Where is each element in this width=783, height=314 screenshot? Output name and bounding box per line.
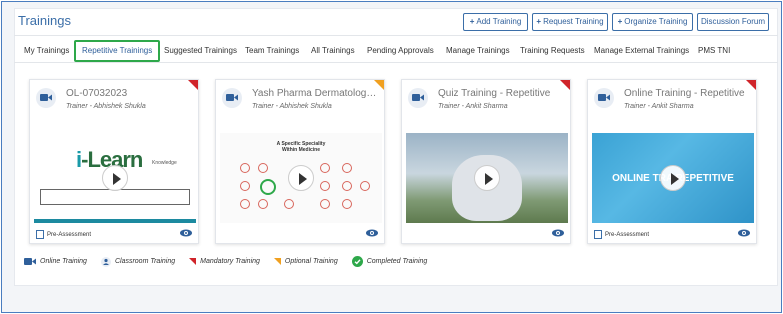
document-icon: [36, 230, 44, 239]
tab-pending-approvals[interactable]: Pending Approvals: [367, 42, 434, 60]
tab-manage-trainings[interactable]: Manage Trainings: [446, 42, 510, 60]
card-trainer: Trainer - Ankit Sharma: [438, 103, 508, 110]
eye-icon[interactable]: [738, 229, 750, 237]
play-icon[interactable]: [288, 165, 314, 191]
page-title: Trainings: [18, 13, 71, 28]
legend-online-training: Online Training: [24, 257, 87, 266]
legend-mandatory-training: Mandatory Training: [189, 258, 260, 265]
card-footer: Pre-Assessment: [594, 230, 649, 239]
tab-my-trainings[interactable]: My Trainings: [24, 42, 69, 60]
tab-bar: My Trainings Repetitive Trainings Sugges…: [14, 40, 778, 62]
video-camera-icon: [594, 88, 614, 108]
card-title[interactable]: Online Training - Repetitive: [624, 88, 752, 99]
discussion-forum-label: Discussion Forum: [700, 17, 765, 26]
plus-icon: +: [617, 17, 623, 26]
person-icon: [100, 256, 111, 267]
pre-assessment-label[interactable]: Pre-Assessment: [605, 232, 649, 238]
video-thumbnail[interactable]: A Specific Speciality Within Medicine: [220, 133, 382, 223]
icon-circle: [320, 163, 330, 173]
highlight-circle: [260, 179, 276, 195]
legend-optional-training: Optional Training: [273, 258, 338, 265]
icon-circle: [342, 163, 352, 173]
icon-circle: [342, 181, 352, 191]
icon-circle: [258, 199, 268, 209]
card-trainer: Trainer - Abhishek Shukla: [252, 103, 332, 110]
video-thumbnail[interactable]: ONLINE TRA REPETITIVE: [592, 133, 754, 223]
add-training-label: Add Training: [476, 17, 522, 26]
legend-label: Online Training: [40, 258, 87, 265]
red-corner-icon: [189, 258, 197, 265]
tab-manage-external-trainings[interactable]: Manage External Trainings: [594, 42, 689, 60]
card-trainer: Trainer - Abhishek Shukla: [66, 103, 146, 110]
legend-label: Classroom Training: [114, 258, 176, 265]
icon-circle: [240, 181, 250, 191]
card-title[interactable]: Yash Pharma Dermatology T...: [252, 88, 380, 99]
play-icon[interactable]: [474, 165, 500, 191]
legend-label: Completed Training: [366, 258, 428, 265]
tab-suggested-trainings[interactable]: Suggested Trainings: [164, 42, 237, 60]
legend: Online Training Classroom Training Manda…: [24, 256, 441, 267]
document-icon: [594, 230, 602, 239]
orange-corner-icon: [273, 258, 281, 265]
card-title[interactable]: Quiz Training - Repetitive: [438, 88, 566, 99]
request-training-label: Request Training: [543, 17, 604, 26]
tab-pms-tni[interactable]: PMS TNI: [698, 42, 730, 60]
add-training-button[interactable]: + Add Training: [463, 13, 528, 31]
video-thumbnail[interactable]: [406, 133, 568, 223]
card-title[interactable]: OL-07032023: [66, 88, 194, 99]
pre-assessment-label[interactable]: Pre-Assessment: [47, 232, 91, 238]
logo-tagline: Knowledge: [152, 160, 177, 166]
training-card[interactable]: OL-07032023 Trainer - Abhishek Shukla i-…: [29, 79, 199, 244]
card-trainer: Trainer - Ankit Sharma: [624, 103, 694, 110]
plus-icon: +: [536, 17, 542, 26]
tab-all-trainings[interactable]: All Trainings: [311, 42, 355, 60]
tab-repetitive-trainings[interactable]: Repetitive Trainings: [74, 40, 161, 62]
tab-team-trainings[interactable]: Team Trainings: [245, 42, 299, 60]
eye-icon[interactable]: [552, 229, 564, 237]
legend-label: Optional Training: [284, 258, 338, 265]
icon-circle: [320, 181, 330, 191]
video-camera-icon: [24, 258, 36, 265]
card-footer: Pre-Assessment: [36, 230, 91, 239]
eye-icon[interactable]: [180, 229, 192, 237]
thumbnail-text-block: [40, 189, 190, 205]
eye-icon[interactable]: [366, 229, 378, 237]
icon-circle: [240, 163, 250, 173]
video-thumbnail[interactable]: i-Learn Knowledge: [34, 133, 196, 223]
legend-classroom-training: Classroom Training: [100, 256, 176, 267]
icon-circle: [258, 163, 268, 173]
training-card[interactable]: Online Training - Repetitive Trainer - A…: [587, 79, 757, 244]
icon-circle: [320, 199, 330, 209]
organize-training-button[interactable]: + Organize Training: [612, 13, 693, 31]
thumbnail-heading: A Specific Speciality Within Medicine: [276, 141, 326, 153]
video-camera-icon: [222, 88, 242, 108]
icon-circle: [240, 199, 250, 209]
organize-training-label: Organize Training: [624, 17, 688, 26]
legend-completed-training: Completed Training: [351, 256, 428, 267]
request-training-button[interactable]: + Request Training: [532, 13, 608, 31]
icon-circle: [360, 181, 370, 191]
training-card[interactable]: Yash Pharma Dermatology T... Trainer - A…: [215, 79, 385, 244]
plus-icon: +: [469, 17, 475, 26]
play-icon[interactable]: [102, 165, 128, 191]
tab-training-requests[interactable]: Training Requests: [520, 42, 585, 60]
thumbnail-bar: [34, 219, 196, 223]
divider: [14, 35, 778, 36]
discussion-forum-button[interactable]: Discussion Forum: [697, 13, 769, 31]
divider: [14, 62, 778, 63]
video-camera-icon: [408, 88, 428, 108]
icon-circle: [284, 199, 294, 209]
play-icon[interactable]: [660, 165, 686, 191]
check-circle-icon: [351, 256, 363, 267]
training-card[interactable]: Quiz Training - Repetitive Trainer - Ank…: [401, 79, 571, 244]
icon-circle: [342, 199, 352, 209]
video-camera-icon: [36, 88, 56, 108]
legend-label: Mandatory Training: [200, 258, 260, 265]
